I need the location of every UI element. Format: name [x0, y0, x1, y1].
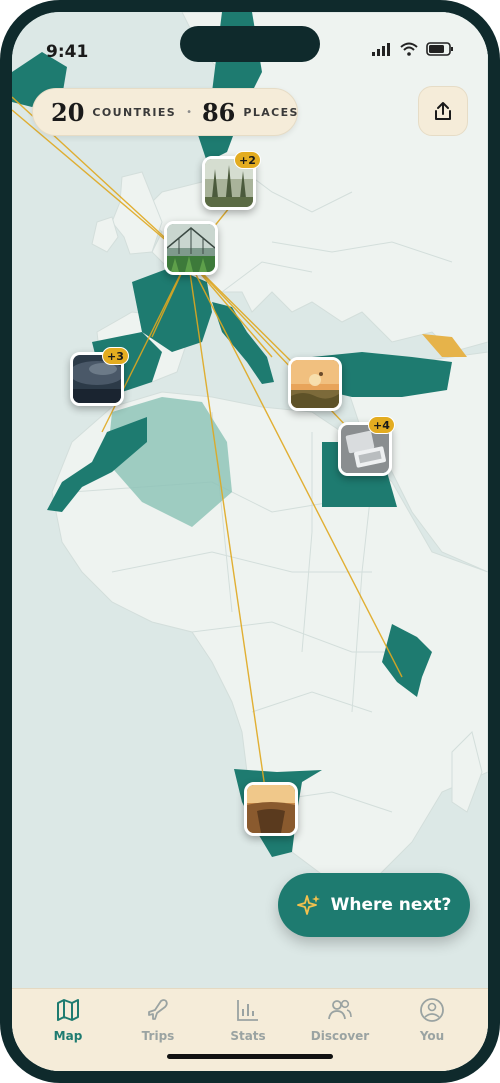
dynamic-island [180, 26, 320, 62]
wifi-icon [400, 42, 418, 56]
tab-trips[interactable]: Trips [118, 997, 198, 1043]
where-next-label: Where next? [330, 895, 452, 915]
photo-pin-canyon[interactable] [244, 782, 298, 836]
tab-map[interactable]: Map [28, 997, 108, 1043]
user-circle-icon [420, 998, 444, 1022]
photo-pin-balloons[interactable] [288, 357, 342, 411]
status-icons [372, 42, 454, 56]
share-icon [435, 102, 451, 120]
places-count: 86 [201, 97, 236, 127]
photo-pin-glasshouse[interactable] [164, 221, 218, 275]
status-time: 9:41 [46, 42, 89, 62]
map-icon [57, 999, 79, 1021]
pin-badge-storm: +3 [102, 347, 129, 365]
tab-trips-label: Trips [141, 1029, 175, 1043]
countries-count: 20 [51, 97, 85, 127]
sparkle-icon [296, 895, 320, 915]
signal-icon [372, 43, 390, 56]
tab-you-label: You [419, 1029, 445, 1043]
plane-icon [148, 999, 168, 1020]
stats-summary[interactable]: 20 COUNTRIES • 86 PLACES [32, 88, 298, 136]
users-icon [328, 999, 352, 1020]
pin-badge-forest: +2 [234, 151, 261, 169]
tab-discover[interactable]: Discover [300, 997, 380, 1043]
phone-frame: 9:41 20 COUNTRIES • 86 PLACES +2 +3 +4 W… [0, 0, 500, 1083]
separator-dot: • [186, 106, 192, 118]
pin-badge-desk: +4 [368, 416, 395, 434]
share-button[interactable] [418, 86, 468, 136]
countries-label: COUNTRIES [92, 105, 177, 119]
tab-stats[interactable]: Stats [208, 997, 288, 1043]
screen: 9:41 20 COUNTRIES • 86 PLACES +2 +3 +4 W… [12, 12, 488, 1071]
bar-chart-icon [237, 1000, 258, 1021]
tab-map-label: Map [53, 1029, 83, 1043]
tab-stats-label: Stats [230, 1029, 266, 1043]
battery-icon [426, 42, 453, 56]
where-next-button[interactable]: Where next? [278, 873, 470, 937]
tab-discover-label: Discover [310, 1029, 370, 1043]
places-label: PLACES [243, 105, 299, 119]
home-indicator [167, 1054, 333, 1059]
tab-you[interactable]: You [392, 997, 472, 1043]
